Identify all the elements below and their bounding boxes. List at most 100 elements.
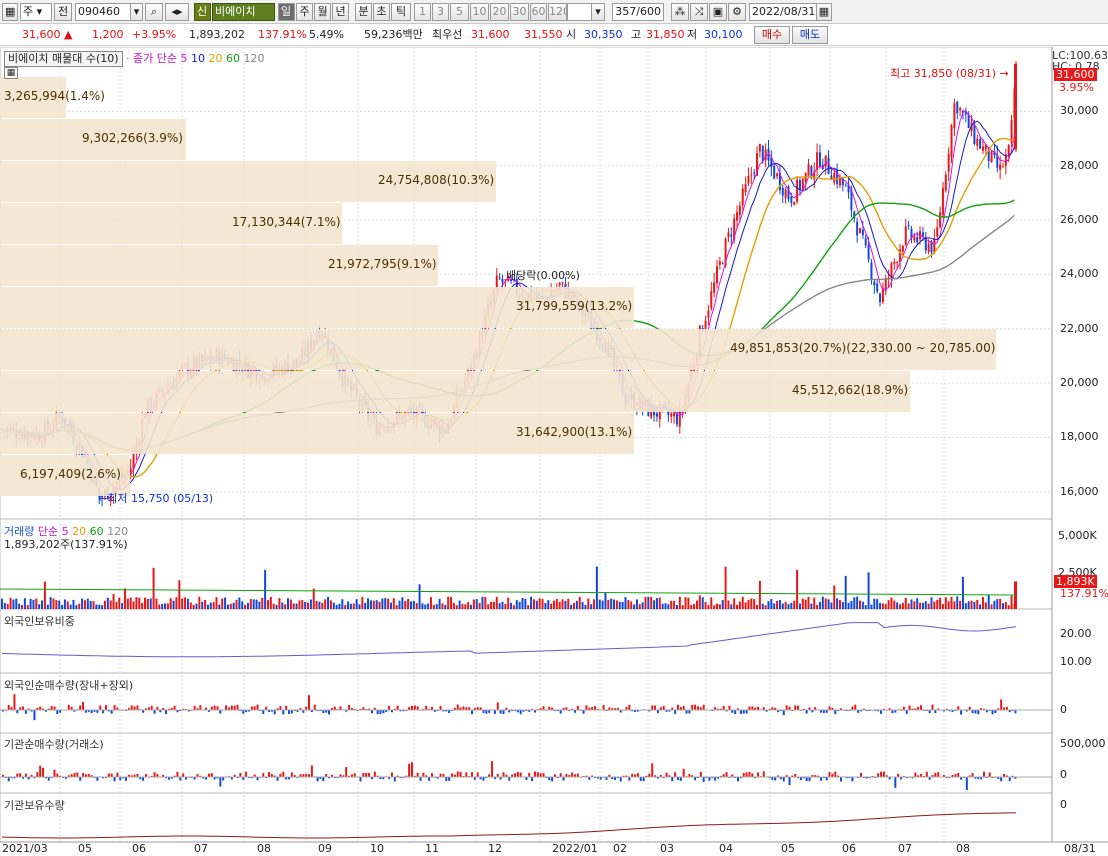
volume-bar [736,604,739,609]
grid-menu-icon[interactable]: ▦ [2,3,18,21]
volume-bar [930,597,933,609]
exchange-button[interactable]: 전 [54,3,72,21]
volume-bar [43,581,46,609]
volume-bar [215,597,218,609]
date-input[interactable]: 2022/08/31 [749,3,817,21]
table-icon[interactable]: ▦ [4,67,18,79]
candle-body [818,152,821,167]
interval-button-10[interactable]: 10 [470,3,489,21]
stock-name: 비에이치 [212,3,275,21]
interval-button-60[interactable]: 60 [530,3,547,21]
chart-area[interactable]: 3,265,994(1.4%) 9,302,266(3.9%) 24,754,808… [0,47,1108,856]
period-monthly-tab[interactable]: 월 [314,3,331,21]
inst-net-bar [42,767,45,777]
volume-bar [713,605,716,609]
foreign-net-bar [794,705,797,710]
volume-bar [152,567,155,609]
inst-net-bar [416,772,419,777]
inst-net-bar [359,777,362,782]
interval-button-120[interactable]: 120 [548,3,567,21]
volume-bar [979,604,982,609]
calendar-icon[interactable]: ▦ [816,3,832,21]
volume-bar [324,599,327,609]
candle-body [790,196,793,204]
draw-tool-icon[interactable]: ⤨ [690,3,708,21]
stock-code-value: 090460 [78,5,120,18]
left-arrow-icon: ← [98,492,108,505]
volume-bar [838,600,841,609]
candle-body [947,154,950,172]
inst-net-bar [576,773,579,777]
foreign-net-bar [33,710,36,721]
candle-body [959,108,962,111]
volume-bar [904,597,907,609]
count-display[interactable]: 357/600 [612,3,664,21]
volume-bar [361,597,364,609]
volume-bar [86,598,89,609]
candle-body [973,124,976,145]
foreign-net-bar [702,704,705,710]
interval-button-1[interactable]: 1 [414,3,431,21]
candle-body [501,278,504,283]
volume-bar [106,597,109,609]
inst-net-bar [782,777,785,782]
code-dropdown-icon[interactable]: ▾ [130,3,143,21]
period-minute-tab[interactable]: 분 [355,3,372,21]
settings-gear-icon[interactable]: ⚙ [728,3,746,21]
foreign-net-title: 외국인순매수량(장내+장외) [4,679,134,692]
volume-bar [621,601,624,609]
interval-button-5[interactable]: 5 [450,3,469,21]
inst-net-bar [19,773,22,777]
volume-bar [132,601,135,609]
foreign-net-bar [785,705,788,710]
interval-dropdown-icon[interactable]: ▾ [591,3,605,21]
volume-bar [452,602,455,609]
foreign-net-bar [199,705,202,710]
interval-button-3[interactable]: 3 [432,3,449,21]
period-weekly-tab[interactable]: 주 [296,3,313,21]
candle-body [939,212,942,228]
candle-body [979,139,982,149]
period-yearly-tab[interactable]: 년 [332,3,349,21]
candle-type-icon[interactable]: ⁂ [671,3,689,21]
inst-net-bar [877,773,880,777]
foreign-net-bar [242,710,245,714]
search-icon[interactable]: ⌕ [145,3,163,21]
volume-bar [561,599,564,609]
volume-bar [753,599,756,609]
foreign-net-bar [834,710,837,714]
volume-bar [101,605,104,609]
main-panel-title[interactable]: 비에이치 매물대 수(10) [4,51,123,67]
volume-bar [92,601,95,609]
volume-profile-label: 49,851,853(20.7%)(22,330.00 ~ 20,785.00) [730,341,996,355]
candle-body [798,180,801,190]
buy-button[interactable]: 매수 [754,26,790,44]
foreign-net-bar [662,705,665,710]
volume-bar [338,603,341,609]
volume-current-pct: 137.91% [1060,587,1108,600]
volume-bar [773,603,776,609]
period-second-tab[interactable]: 초 [373,3,390,21]
volume-bar [507,597,510,609]
inst-net-bar [682,768,685,777]
interval-button-20[interactable]: 20 [490,3,509,21]
period-tick-tab[interactable]: 틱 [391,3,411,21]
inst-net-bar [448,777,451,781]
volume-bar [369,600,372,609]
volume-bar [587,598,590,609]
save-icon[interactable]: ▣ [709,3,727,21]
volume-bar [807,596,810,609]
market-selector[interactable]: 주 ▾ [20,3,52,21]
x-axis-label: 12 [488,842,502,855]
inst-net-bar [113,777,116,782]
volume-bar [89,601,92,609]
period-daily-tab[interactable]: 일 [278,3,295,21]
volume-bar [81,598,84,609]
volume-bar [301,600,304,609]
foreign-net-bar [348,704,351,710]
speaker-icon[interactable]: ◂▸ [165,3,189,21]
interval-button-30[interactable]: 30 [510,3,529,21]
sell-button[interactable]: 매도 [792,26,828,44]
volume-bar [761,603,764,609]
inst-net-bar [619,777,622,782]
